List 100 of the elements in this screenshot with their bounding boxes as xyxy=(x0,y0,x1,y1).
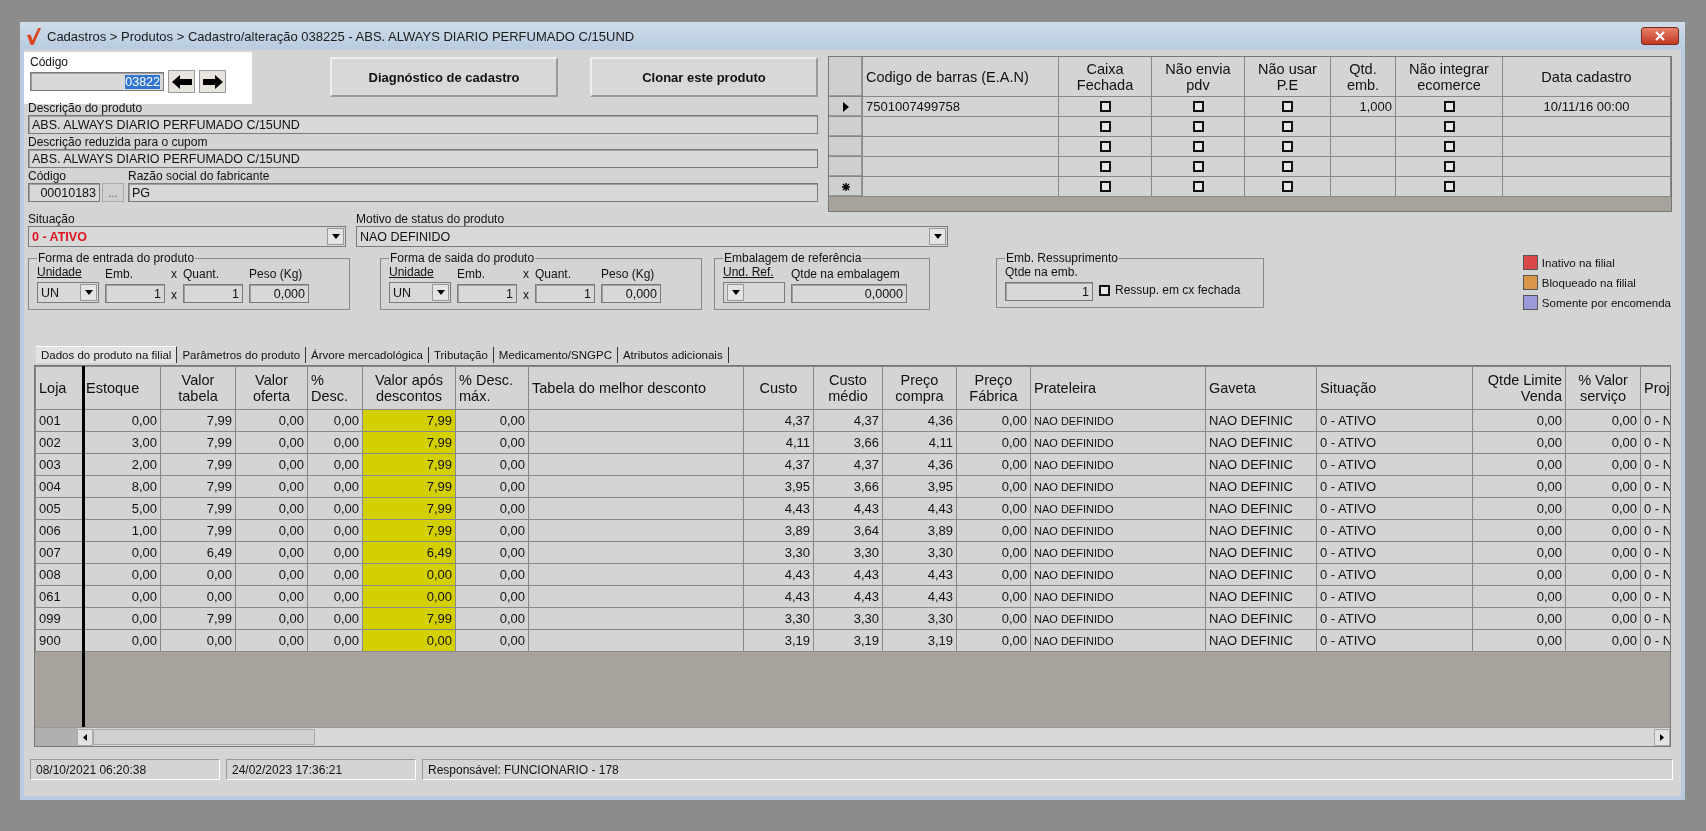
column-header: % Valor serviço xyxy=(1565,366,1641,410)
table-cell: 0 - ATIVO xyxy=(1316,629,1473,652)
column-header: Situação xyxy=(1316,366,1473,410)
input-field[interactable]: 1 xyxy=(535,284,595,303)
checkbox[interactable] xyxy=(1192,181,1204,192)
column-header: Valor oferta xyxy=(235,366,308,410)
tab[interactable]: Árvore mercadológica xyxy=(306,347,429,363)
tab[interactable]: Parâmetros do produto xyxy=(177,347,307,363)
column-header: Custo médio xyxy=(813,366,883,410)
checkbox[interactable] xyxy=(1443,141,1455,152)
input-field[interactable]: 1 xyxy=(457,284,517,303)
checkbox[interactable] xyxy=(1099,101,1111,112)
column-header: Preço compra xyxy=(882,366,957,410)
column-header: Data cadastro xyxy=(1503,57,1671,97)
checkbox-label: Ressup. em cx fechada xyxy=(1115,283,1241,298)
unit-dropdown[interactable] xyxy=(723,282,785,303)
scrollbar-thumb[interactable] xyxy=(93,729,315,745)
checkbox[interactable] xyxy=(1443,161,1455,172)
column-header: Prateleira xyxy=(1030,366,1206,410)
unit-dropdown[interactable]: UN xyxy=(37,282,99,303)
table-cell: 0 - ATIVO xyxy=(1316,607,1473,630)
checkbox[interactable] xyxy=(1192,141,1204,152)
table-cell: 0 - ATIVO xyxy=(1316,563,1473,586)
manufacturer-code-field[interactable]: 00010183 xyxy=(28,183,100,202)
group-title: Forma de entrada do produto xyxy=(37,251,196,265)
tab[interactable]: Medicamento/SNGPC xyxy=(493,347,618,363)
table-cell: NAO DEFINIDO xyxy=(1030,541,1206,564)
column-header: Gaveta xyxy=(1205,366,1317,410)
field-label: Und. Ref. xyxy=(723,265,775,280)
action-button[interactable]: Clonar este produto xyxy=(590,57,818,97)
table-cell: 003 xyxy=(35,453,83,476)
table-cell: 099 xyxy=(35,607,83,630)
column-header: Valor após descontos xyxy=(362,366,456,410)
checkbox[interactable] xyxy=(1192,161,1204,172)
column-header: Valor tabela xyxy=(160,366,236,410)
close-icon xyxy=(1655,31,1665,41)
table-cell: 004 xyxy=(35,475,83,498)
table-cell: 001 xyxy=(35,409,83,432)
checkbox[interactable] xyxy=(1192,121,1204,132)
tab[interactable]: Tributação xyxy=(428,347,494,363)
checkbox[interactable] xyxy=(1192,101,1204,112)
table-cell: 005 xyxy=(35,497,83,520)
input-field[interactable]: 1 xyxy=(183,284,243,303)
manufacturer-name-field[interactable]: PG xyxy=(128,183,818,202)
table-cell: 900 xyxy=(35,629,83,652)
input-field[interactable]: 0,000 xyxy=(601,284,661,303)
checkbox[interactable] xyxy=(1282,121,1293,132)
column-header: % Desc. xyxy=(307,366,363,410)
short-description-field[interactable]: ABS. ALWAYS DIARIO PERFUMADO C/15UND xyxy=(28,149,818,168)
field-label: Razão social do fabricante xyxy=(128,170,271,183)
table-cell: 0 - ATIVO xyxy=(1316,475,1473,498)
column-header: Loja xyxy=(35,366,83,410)
checkbox[interactable] xyxy=(1443,121,1455,132)
input-field[interactable]: 1 xyxy=(1005,282,1093,301)
column-header: Não integrar ecomerce xyxy=(1396,57,1503,97)
scrollbar-corner xyxy=(35,728,77,746)
description-field[interactable]: ABS. ALWAYS DIARIO PERFUMADO C/15UND xyxy=(28,115,818,134)
browse-button[interactable]: ... xyxy=(102,183,124,202)
checkbox[interactable] xyxy=(1282,101,1293,112)
checkbox[interactable] xyxy=(1443,181,1455,192)
horizontal-scrollbar[interactable] xyxy=(35,727,1670,746)
unit-dropdown[interactable]: UN xyxy=(389,282,451,303)
next-button[interactable] xyxy=(199,70,226,93)
table-cell: NAO DEFINIDO xyxy=(1030,607,1206,630)
field-label: Unidade xyxy=(389,265,435,280)
table-cell: 0 - ATIVO xyxy=(1316,541,1473,564)
checkbox[interactable] xyxy=(1282,181,1293,192)
scroll-left-icon[interactable] xyxy=(77,728,93,746)
input-field[interactable]: 1 xyxy=(105,284,165,303)
tab[interactable]: Dados do produto na filial xyxy=(36,346,178,363)
barcode-text: 7501007499758 xyxy=(866,99,960,114)
checkbox[interactable] xyxy=(1099,121,1111,132)
checkbox[interactable] xyxy=(1099,161,1111,172)
checkbox[interactable] xyxy=(1282,161,1293,172)
previous-button[interactable] xyxy=(168,70,195,93)
group-title: Embalagem de referência xyxy=(723,251,863,265)
checkbox[interactable] xyxy=(1282,141,1293,152)
input-field[interactable]: 0,0000 xyxy=(791,284,907,303)
action-button[interactable]: Diagnóstico de cadastro xyxy=(330,57,558,97)
table-cell: 002 xyxy=(35,431,83,454)
table-cell: 061 xyxy=(35,585,83,608)
checkbox[interactable] xyxy=(1099,141,1111,152)
column-header: Caixa Fechada xyxy=(1059,57,1152,97)
status-reason-dropdown[interactable]: NAO DEFINIDO xyxy=(356,226,948,247)
input-field[interactable]: 0,000 xyxy=(249,284,309,303)
scroll-right-icon[interactable] xyxy=(1654,728,1670,746)
code-field[interactable]: 03822 xyxy=(30,72,164,91)
table-cell: 007 xyxy=(35,541,83,564)
column-header: Estoque xyxy=(82,366,161,410)
tab[interactable]: Atributos adicionais xyxy=(617,347,729,363)
table-cell: 006 xyxy=(35,519,83,542)
table-cell: 0 - ATIVO xyxy=(1316,409,1473,432)
status-bar-panel: Responsável: FUNCIONARIO - 178 xyxy=(422,759,1673,780)
checkbox[interactable] xyxy=(1099,181,1111,192)
table-cell: NAO DEFINIDO xyxy=(1030,431,1206,454)
field-label: Descrição do produto xyxy=(28,102,144,115)
multiplier-sign: x xyxy=(171,288,177,303)
checkbox[interactable] xyxy=(1443,101,1455,112)
checkbox[interactable] xyxy=(1099,285,1110,296)
close-button[interactable] xyxy=(1641,27,1679,45)
